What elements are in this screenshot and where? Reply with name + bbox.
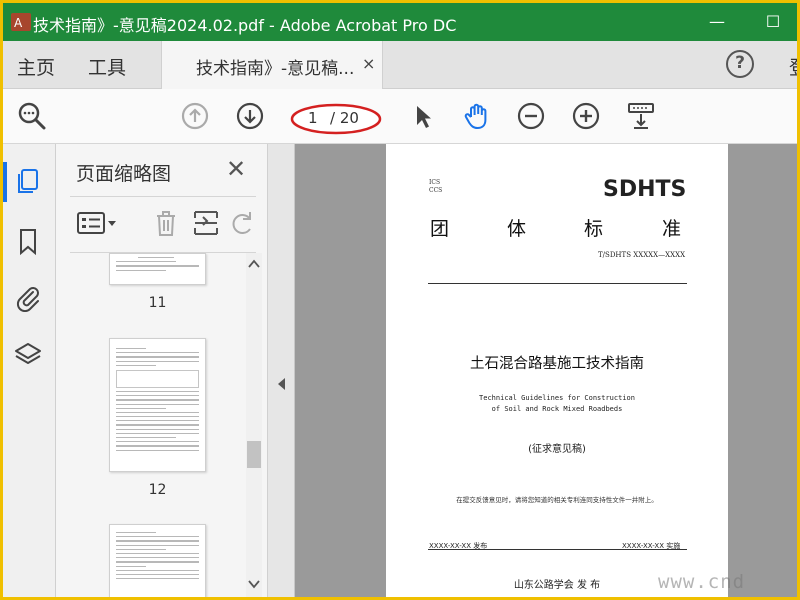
document-title-en-1: Technical Guidelines for Construction <box>479 394 635 402</box>
panel-title: 页面缩略图 <box>76 163 172 185</box>
thumbnail-page-13[interactable] <box>109 524 206 597</box>
insert-page-icon[interactable] <box>190 207 222 239</box>
options-menu-icon[interactable] <box>76 207 120 239</box>
viewport-background <box>728 144 797 597</box>
acrobat-window: A 技术指南》-意见稿2024.02.pdf - Adobe Acrobat P… <box>3 3 797 597</box>
thumbnail-page-12[interactable] <box>109 338 206 472</box>
pdf-page: ICS CCS SDHTS 团 体 标 准 T/SDHTS XXXXX—XXXX… <box>386 144 728 597</box>
zoom-in-icon[interactable] <box>571 101 601 131</box>
total-pages-label: / 20 <box>330 109 359 127</box>
panel-close-button[interactable]: ✕ <box>226 155 246 183</box>
sign-in-label[interactable]: 登 <box>789 53 797 80</box>
thumbnail-number: 12 <box>148 482 167 498</box>
left-rail <box>3 144 56 597</box>
thumbnail-scrollbar[interactable] <box>246 253 262 597</box>
heading-char-2: 体 <box>507 218 527 240</box>
tab-bar: 主页 工具 技术指南》-意见稿... × ? 登 <box>3 41 797 89</box>
maximize-button[interactable]: ☐ <box>759 8 787 36</box>
scroll-down-icon[interactable] <box>248 579 260 589</box>
hand-tool-icon[interactable] <box>462 101 492 131</box>
document-tab-label: 技术指南》-意见稿... <box>196 59 355 79</box>
tab-document[interactable]: 技术指南》-意见稿... × <box>161 41 383 89</box>
page-display-icon[interactable] <box>626 101 656 131</box>
page-number-box[interactable]: 1 / 20 <box>290 103 382 135</box>
standard-number: T/SDHTS XXXXX—XXXX <box>598 251 686 259</box>
document-title-en-2: of Soil and Rock Mixed Roadbeds <box>491 405 623 413</box>
window-title: 技术指南》-意见稿2024.02.pdf - Adobe Acrobat Pro… <box>33 16 457 35</box>
scroll-up-icon[interactable] <box>248 259 260 269</box>
delete-page-icon[interactable] <box>150 207 182 239</box>
patent-notice: 在提交反馈意见时，请将您知道的相关专利连同支持性文件一并附上。 <box>456 496 658 504</box>
previous-page-icon[interactable] <box>180 101 210 131</box>
footer-rule <box>428 549 687 550</box>
thumbnail-page-11[interactable] <box>109 253 206 285</box>
select-tool-icon[interactable] <box>408 101 438 131</box>
scrollbar-thumb[interactable] <box>247 441 261 468</box>
ccs-label: CCS <box>429 187 443 194</box>
svg-text:A: A <box>14 16 23 30</box>
thumbnails-panel: 页面缩略图 ✕ 11 12 <box>56 144 268 597</box>
heading-char-4: 准 <box>662 218 682 240</box>
heading-char-1: 团 <box>430 218 450 240</box>
help-button[interactable]: ? <box>726 50 754 78</box>
tab-tools[interactable]: 工具 <box>88 53 126 80</box>
next-page-icon[interactable] <box>235 101 265 131</box>
current-page-input[interactable]: 1 <box>308 109 318 127</box>
tab-home[interactable]: 主页 <box>17 53 55 80</box>
acrobat-app-icon: A <box>11 13 31 31</box>
ics-label: ICS <box>429 179 441 186</box>
watermark-text: www.cnd <box>658 571 746 593</box>
thumbnail-number: 11 <box>148 295 167 311</box>
search-icon[interactable] <box>17 101 47 131</box>
active-indicator <box>3 162 7 202</box>
panel-divider <box>70 196 256 197</box>
attachments-icon[interactable] <box>13 282 43 312</box>
layers-icon[interactable] <box>13 340 43 370</box>
rotate-page-icon[interactable] <box>230 207 254 239</box>
draft-label: (征求意见稿) <box>528 444 586 455</box>
panel-collapse-gutter[interactable] <box>268 144 295 597</box>
document-viewport[interactable]: ICS CCS SDHTS 团 体 标 准 T/SDHTS XXXXX—XXXX… <box>268 144 797 597</box>
bookmarks-icon[interactable] <box>13 226 43 256</box>
collapse-arrow-icon[interactable] <box>276 377 286 391</box>
standard-code: SDHTS <box>603 177 687 202</box>
minimize-button[interactable]: — <box>703 8 731 36</box>
title-bar: A 技术指南》-意见稿2024.02.pdf - Adobe Acrobat P… <box>3 3 797 41</box>
zoom-out-icon[interactable] <box>516 101 546 131</box>
close-tab-button[interactable]: × <box>362 54 375 73</box>
thumbnail-list: 11 12 <box>56 253 246 597</box>
heading-char-3: 标 <box>584 218 604 240</box>
document-title-zh: 土石混合路基施工技术指南 <box>470 356 644 372</box>
page-thumbnails-icon[interactable] <box>13 166 43 196</box>
header-rule <box>428 283 687 284</box>
toolbar: 1 / 20 <box>3 89 797 144</box>
